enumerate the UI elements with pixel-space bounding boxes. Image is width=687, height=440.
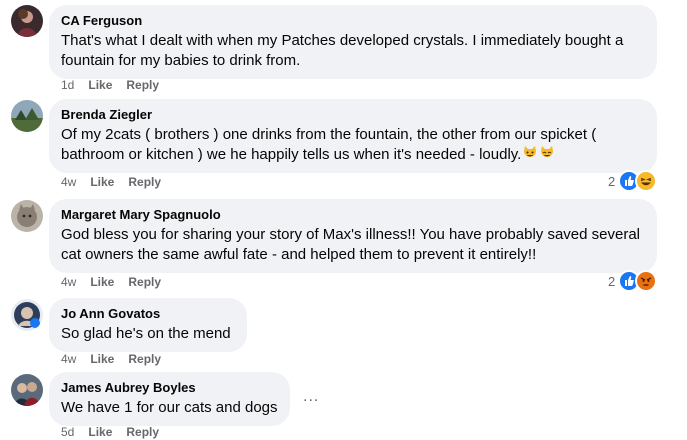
reply-button[interactable]: Reply [126,77,159,93]
comment-text: That's what I dealt with when my Patches… [61,32,628,69]
comment-actions: 4w Like Reply [61,274,175,290]
comment-author[interactable]: Brenda Ziegler [61,107,645,123]
more-options-icon[interactable]: ... [303,389,319,405]
avatar[interactable] [11,100,43,132]
reply-button[interactable]: Reply [128,274,161,290]
angry-icon [635,270,658,292]
comment-bubble: James Aubrey Boyles We have 1 for our ca… [49,372,290,426]
comment-bubble: Jo Ann Govatos So glad he's on the mend [49,298,247,352]
avatar[interactable] [11,200,43,232]
comment-timestamp[interactable]: 5d [61,424,74,440]
grinning-cat-emoji-icon [522,145,538,161]
comment-bubble: CA Ferguson That's what I dealt with whe… [49,5,657,79]
reaction-count: 2 [608,173,616,189]
comment-text: We have 1 for our cats and dogs [61,399,278,416]
comment-timestamp[interactable]: 4w [61,351,76,367]
comment-text: God bless you for sharing your story of … [61,226,645,263]
comment-author[interactable]: Jo Ann Govatos [61,306,235,322]
comment-bubble: Margaret Mary Spagnuolo God bless you fo… [49,199,657,273]
like-button[interactable]: Like [88,77,112,93]
haha-icon [635,170,658,192]
reaction-summary[interactable]: 2 [608,170,658,192]
like-button[interactable]: Like [90,174,114,190]
comment-actions: 4w Like Reply [61,351,175,367]
reply-button[interactable]: Reply [126,424,159,440]
avatar[interactable] [11,5,43,37]
grinning-cat-emoji-icon [539,145,555,161]
comment-actions: 4w Like Reply [61,174,175,190]
comment-actions: 1d Like Reply [61,77,173,93]
comment-author[interactable]: James Aubrey Boyles [61,380,278,396]
comment-author[interactable]: Margaret Mary Spagnuolo [61,207,645,223]
comment-text: Of my 2cats ( brothers ) one drinks from… [61,126,601,163]
like-button[interactable]: Like [90,351,114,367]
reply-button[interactable]: Reply [128,174,161,190]
reaction-count: 2 [608,273,616,289]
like-button[interactable]: Like [88,424,112,440]
comment-bubble: Brenda Ziegler Of my 2cats ( brothers ) … [49,99,657,173]
like-button[interactable]: Like [90,274,114,290]
avatar[interactable] [11,299,43,331]
comment-author[interactable]: CA Ferguson [61,13,645,29]
comment-timestamp[interactable]: 4w [61,274,76,290]
avatar[interactable] [11,374,43,406]
comment-timestamp[interactable]: 4w [61,174,76,190]
reaction-summary[interactable]: 2 [608,270,658,292]
comment-timestamp[interactable]: 1d [61,77,74,93]
reply-button[interactable]: Reply [128,351,161,367]
comment-actions: 5d Like Reply [61,424,173,440]
comment-text: So glad he's on the mend [61,325,231,342]
